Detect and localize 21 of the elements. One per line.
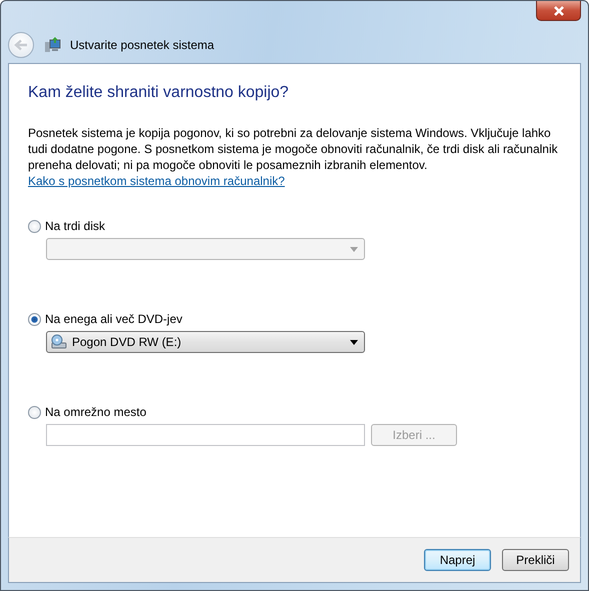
radio-button[interactable] [28, 406, 41, 418]
disc-drive-icon [51, 334, 67, 350]
close-icon [552, 6, 566, 16]
back-button[interactable] [8, 32, 34, 58]
dropdown-arrow-icon [350, 246, 358, 252]
drive-dropdown[interactable]: Pogon DVD RW (E:) [46, 331, 365, 353]
dropdown-arrow-icon [350, 340, 358, 344]
radio-button[interactable] [28, 220, 41, 232]
window-title: Ustvarite posnetek sistema [70, 38, 214, 52]
radio-label[interactable]: Na omrežno mesto [45, 405, 146, 419]
page-heading: Kam želite shraniti varnostno kopijo? [28, 84, 290, 102]
description-paragraph: Posnetek sistema je kopija pogonov, ki so potrebni za delovanje sistema Windows. Vključuje lahko tudi dodatne pogone. S posnetkom sistema je mogoče obnoviti računalnik, če trdi disk ali računalnik preneha delovati; ni pa mogoče obnoviti le posameznih izbranih elementov. Kako s posnetkom sistema obnovim računalnik? [28, 125, 559, 189]
close-button[interactable] [536, 1, 581, 21]
help-link[interactable]: Kako s posnetkom sistema obnovim računalnik? [28, 174, 285, 188]
radio-label[interactable]: Na trdi disk [45, 219, 106, 233]
radio-button[interactable] [28, 312, 41, 326]
next-button[interactable]: Naprej [424, 549, 491, 571]
back-arrow-icon [14, 39, 28, 51]
radio-label[interactable]: Na enega ali več DVD-jev [45, 312, 182, 326]
cancel-button[interactable]: Prekliči [502, 549, 569, 571]
computer-icon [44, 36, 62, 54]
